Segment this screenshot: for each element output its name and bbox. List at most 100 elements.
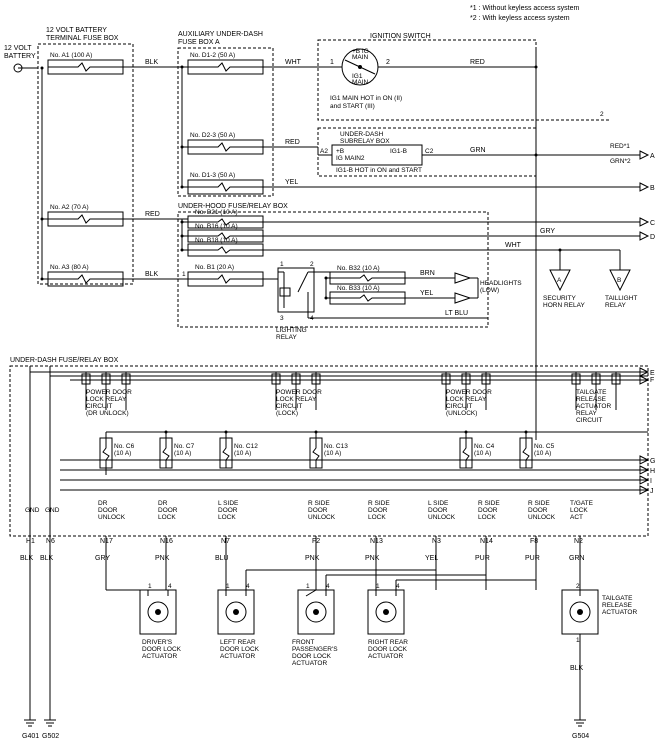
svg-text:R SIDE: R SIDE [368, 500, 390, 507]
lighting-relay [278, 268, 314, 312]
svg-text:RELEASE: RELEASE [602, 602, 633, 609]
svg-text:GRN: GRN [569, 555, 585, 562]
svg-text:DOOR LOCK: DOOR LOCK [142, 646, 182, 653]
svg-text:1: 1 [376, 583, 380, 590]
svg-text:IG1 MAIN HOT in ON (II): IG1 MAIN HOT in ON (II) [330, 95, 402, 102]
svg-text:No. C4: No. C4 [474, 443, 495, 450]
svg-text:F: F [650, 377, 654, 384]
svg-text:No. A2 (70 A): No. A2 (70 A) [50, 204, 89, 211]
fuse-c6: No. C6(10 A) [100, 438, 135, 468]
subrelay-title-1: UNDER-DASH [340, 131, 384, 138]
svg-text:ACTUATOR: ACTUATOR [220, 653, 255, 660]
svg-text:(LOW): (LOW) [480, 287, 499, 294]
svg-text:YEL: YEL [420, 290, 433, 297]
svg-text:RED: RED [285, 139, 300, 146]
svg-text:C: C [650, 220, 655, 227]
svg-text:POWER DOOR: POWER DOOR [276, 389, 322, 396]
svg-text:No. B1 (20 A): No. B1 (20 A) [195, 264, 234, 271]
term-box-title-1: 12 VOLT BATTERY [46, 27, 107, 34]
svg-text:DOOR LOCK: DOOR LOCK [220, 646, 260, 653]
svg-text:DRIVER'S: DRIVER'S [142, 639, 173, 646]
svg-text:J: J [650, 488, 654, 495]
svg-text:ACTUATOR: ACTUATOR [142, 653, 177, 660]
svg-text:BLU: BLU [215, 555, 229, 562]
svg-text:DR: DR [158, 500, 168, 507]
terminal-fuse-box [38, 44, 133, 284]
svg-text:N3: N3 [432, 538, 441, 545]
svg-text:UNLOCK: UNLOCK [528, 514, 556, 521]
svg-text:RELAY: RELAY [276, 334, 297, 341]
svg-text:L SIDE: L SIDE [428, 500, 449, 507]
svg-text:B: B [650, 185, 655, 192]
svg-text:T/GATE: T/GATE [570, 500, 594, 507]
svg-text:and START (III): and START (III) [330, 103, 375, 110]
svg-text:+B: +B [336, 148, 344, 155]
svg-text:1: 1 [330, 59, 334, 66]
actuator-tailgate: 2 1 TAILGATERELEASEACTUATOR [562, 583, 637, 644]
svg-text:2: 2 [386, 59, 390, 66]
actuator-front-pass: 14 FRONTPASSENGER'SDOOR LOCKACTUATOR [292, 583, 338, 667]
relay-dr-unlock: POWER DOORLOCK RELAYCIRCUIT(DR UNLOCK) [82, 372, 132, 417]
svg-text:ACTUATOR: ACTUATOR [576, 403, 611, 410]
offpage-b [640, 183, 648, 191]
svg-text:ACTUATOR: ACTUATOR [602, 609, 637, 616]
svg-text:HORN RELAY: HORN RELAY [543, 302, 585, 309]
svg-text:LOCK: LOCK [570, 507, 588, 514]
svg-text:RELAY: RELAY [605, 302, 626, 309]
svg-text:WHT: WHT [505, 242, 522, 249]
svg-text:No. C7: No. C7 [174, 443, 195, 450]
svg-text:DOOR: DOOR [98, 507, 118, 514]
svg-text:BRN: BRN [420, 270, 435, 277]
svg-text:DOOR: DOOR [368, 507, 388, 514]
svg-text:CIRCUIT: CIRCUIT [86, 403, 112, 410]
svg-text:PASSENGER'S: PASSENGER'S [292, 646, 338, 653]
svg-text:H1: H1 [26, 538, 35, 545]
svg-text:LOCK RELAY: LOCK RELAY [446, 396, 487, 403]
svg-text:CIRCUIT: CIRCUIT [576, 417, 602, 424]
svg-text:2: 2 [600, 111, 604, 118]
svg-text:2: 2 [576, 583, 580, 590]
svg-text:G504: G504 [572, 733, 589, 740]
svg-text:D: D [650, 234, 655, 241]
aux-title-1: AUXILIARY UNDER-DASH [178, 31, 263, 38]
svg-text:LIGHTING: LIGHTING [276, 327, 307, 334]
svg-text:A2: A2 [320, 148, 328, 155]
svg-text:BLK: BLK [570, 665, 584, 672]
svg-text:LEFT REAR: LEFT REAR [220, 639, 256, 646]
fuse-c4: No. C4(10 A) [460, 438, 495, 468]
svg-text:HEADLIGHTS: HEADLIGHTS [480, 280, 522, 287]
svg-text:(10 A): (10 A) [114, 450, 131, 457]
svg-text:1: 1 [306, 583, 310, 590]
svg-text:No. D1-3 (50 A): No. D1-3 (50 A) [190, 172, 235, 179]
svg-text:(10 A): (10 A) [174, 450, 191, 457]
svg-text:1: 1 [226, 583, 230, 590]
wiring-diagram: *1 : Without keyless access system *2 : … [0, 0, 658, 756]
svg-text:F8: F8 [530, 538, 538, 545]
svg-text:TAILGATE: TAILGATE [602, 595, 633, 602]
svg-text:E: E [650, 370, 655, 377]
battery-label-1: 12 VOLT [4, 45, 32, 52]
svg-text:No. C6: No. C6 [114, 443, 135, 450]
svg-text:POWER DOOR: POWER DOOR [446, 389, 492, 396]
svg-text:BLK: BLK [145, 59, 159, 66]
svg-text:GND: GND [45, 507, 60, 514]
aux-title-2: FUSE BOX A [178, 39, 220, 46]
svg-text:DOOR: DOOR [478, 507, 498, 514]
svg-text:No. B16 (10 A): No. B16 (10 A) [195, 223, 238, 230]
svg-text:PNK: PNK [155, 555, 170, 562]
svg-text:PNK: PNK [305, 555, 320, 562]
svg-text:IG1-B HOT in ON and START: IG1-B HOT in ON and START [336, 167, 422, 174]
svg-text:YEL: YEL [425, 555, 438, 562]
svg-text:RELAY: RELAY [576, 410, 597, 417]
svg-text:DOOR: DOOR [158, 507, 178, 514]
svg-text:LT BLU: LT BLU [445, 310, 468, 317]
offpage-a [640, 151, 648, 159]
svg-text:N6: N6 [46, 538, 55, 545]
fuse-c12: No. C12(10 A) [220, 438, 258, 468]
svg-text:C2: C2 [425, 148, 434, 155]
svg-text:DOOR: DOOR [308, 507, 328, 514]
svg-text:BLK: BLK [145, 271, 159, 278]
svg-text:(UNLOCK): (UNLOCK) [446, 410, 477, 417]
svg-text:ACT: ACT [570, 514, 583, 521]
svg-text:L SIDE: L SIDE [218, 500, 239, 507]
